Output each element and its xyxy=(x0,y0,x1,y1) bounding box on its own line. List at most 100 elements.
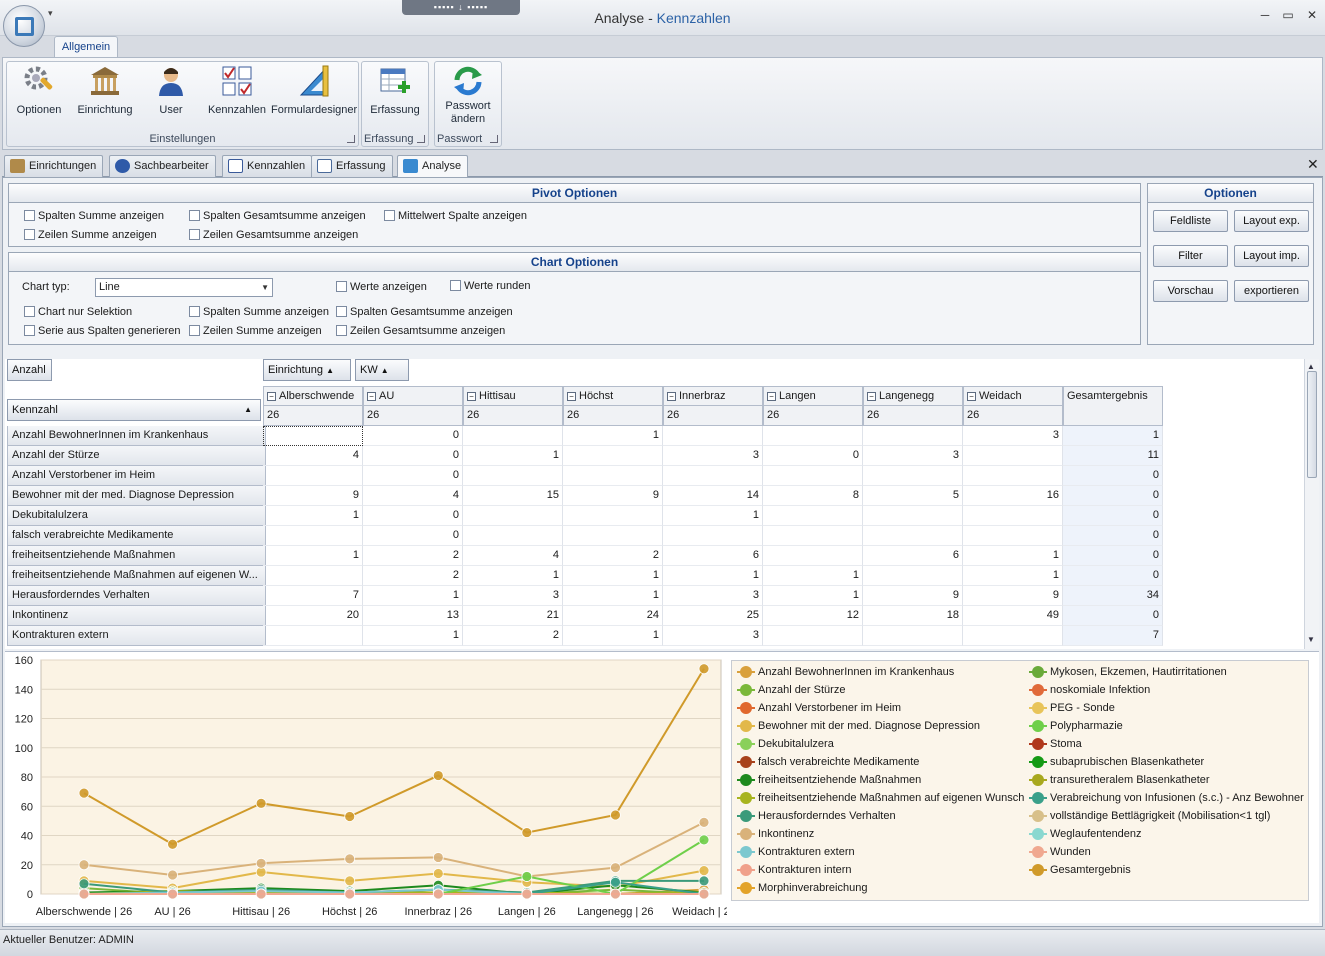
table-cell[interactable] xyxy=(563,446,663,466)
app-menu-button[interactable] xyxy=(3,5,45,47)
layout-export-button[interactable]: Layout exp. xyxy=(1234,210,1309,232)
table-cell[interactable]: 1 xyxy=(563,426,663,446)
kw-header[interactable]: 26 xyxy=(763,406,863,426)
total-cell[interactable]: 7 xyxy=(1063,626,1163,646)
table-cell[interactable]: 1 xyxy=(563,586,663,606)
vorschau-button[interactable]: Vorschau xyxy=(1153,280,1228,302)
table-cell[interactable]: 14 xyxy=(663,486,763,506)
table-cell[interactable]: 18 xyxy=(863,606,963,626)
table-cell[interactable]: 2 xyxy=(563,546,663,566)
minimize-button[interactable]: ─ xyxy=(1255,8,1275,26)
table-cell[interactable]: 21 xyxy=(463,606,563,626)
row-header[interactable]: falsch verabreichte Medikamente xyxy=(7,526,266,546)
data-point[interactable] xyxy=(255,857,267,869)
table-cell[interactable]: 1 xyxy=(263,506,363,526)
collapse-icon[interactable]: − xyxy=(567,392,576,401)
data-point[interactable] xyxy=(78,859,90,871)
table-cell[interactable] xyxy=(963,526,1063,546)
erfassung-button[interactable]: Erfassung xyxy=(366,64,424,128)
data-point[interactable] xyxy=(698,663,710,675)
table-cell[interactable] xyxy=(263,426,363,446)
table-cell[interactable] xyxy=(963,506,1063,526)
table-cell[interactable]: 1 xyxy=(963,566,1063,586)
table-cell[interactable]: 25 xyxy=(663,606,763,626)
data-point[interactable] xyxy=(344,853,356,865)
column-header-7[interactable]: − Weidach xyxy=(963,386,1063,406)
scroll-up-icon[interactable]: ▲ xyxy=(1307,362,1315,371)
data-point[interactable] xyxy=(432,852,444,863)
table-cell[interactable]: 0 xyxy=(363,446,463,466)
scroll-down-icon[interactable]: ▼ xyxy=(1307,635,1315,644)
optionen-button[interactable]: Optionen xyxy=(11,64,67,128)
table-cell[interactable]: 20 xyxy=(263,606,363,626)
passwort-aendern-button[interactable]: Passwort ändern xyxy=(439,64,497,128)
table-cell[interactable]: 2 xyxy=(363,566,463,586)
table-cell[interactable]: 16 xyxy=(963,486,1063,506)
column-header-0[interactable]: − Alberschwende xyxy=(263,386,363,406)
column-field-kw[interactable]: KW ▲ xyxy=(355,359,409,381)
checkbox-mittelwert-spalte[interactable]: Mittelwert Spalte anzeigen xyxy=(384,210,527,224)
table-cell[interactable] xyxy=(463,426,563,446)
close-document-icon[interactable]: ✕ xyxy=(1307,156,1319,173)
table-cell[interactable] xyxy=(263,466,363,486)
table-cell[interactable]: 2 xyxy=(463,626,563,646)
layout-import-button[interactable]: Layout imp. xyxy=(1234,245,1309,267)
data-point[interactable] xyxy=(610,862,621,874)
data-point[interactable] xyxy=(167,838,178,850)
dialog-launcher-icon[interactable] xyxy=(347,135,355,143)
table-cell[interactable]: 3 xyxy=(463,586,563,606)
table-cell[interactable]: 0 xyxy=(363,506,463,526)
table-cell[interactable]: 3 xyxy=(663,586,763,606)
table-cell[interactable]: 6 xyxy=(863,546,963,566)
collapse-icon[interactable]: − xyxy=(967,392,976,401)
column-header-3[interactable]: − Höchst xyxy=(563,386,663,406)
table-cell[interactable]: 9 xyxy=(863,586,963,606)
table-cell[interactable] xyxy=(263,566,363,586)
checkbox-chart-zeilen-summe[interactable]: Zeilen Summe anzeigen xyxy=(189,325,322,339)
data-point[interactable] xyxy=(698,875,710,887)
data-point[interactable] xyxy=(432,868,444,879)
data-point[interactable] xyxy=(255,797,267,809)
total-cell[interactable]: 0 xyxy=(1063,466,1163,486)
table-cell[interactable]: 24 xyxy=(563,606,663,626)
checkbox-serie-aus-spalten[interactable]: Serie aus Spalten generieren xyxy=(24,325,180,339)
data-point[interactable] xyxy=(698,834,710,846)
checkbox-werte-anzeigen[interactable]: Werte anzeigen xyxy=(336,281,427,295)
table-cell[interactable] xyxy=(563,506,663,526)
checkbox-zeilen-gesamtsumme[interactable]: Zeilen Gesamtsumme anzeigen xyxy=(189,229,358,243)
checkbox-chart-zeilen-gesamtsumme[interactable]: Zeilen Gesamtsumme anzeigen xyxy=(336,325,505,339)
table-cell[interactable]: 1 xyxy=(363,626,463,646)
row-header[interactable]: Anzahl Verstorbener im Heim xyxy=(7,466,266,486)
table-cell[interactable]: 1 xyxy=(763,586,863,606)
table-cell[interactable] xyxy=(963,466,1063,486)
column-header-4[interactable]: − Innerbraz xyxy=(663,386,763,406)
table-cell[interactable] xyxy=(763,546,863,566)
column-header-1[interactable]: − AU xyxy=(363,386,463,406)
tab-einrichtungen[interactable]: Einrichtungen xyxy=(4,155,104,177)
table-cell[interactable]: 3 xyxy=(963,426,1063,446)
table-cell[interactable]: 7 xyxy=(263,586,363,606)
total-cell[interactable]: 11 xyxy=(1063,446,1163,466)
checkbox-werte-runden[interactable]: Werte runden xyxy=(450,280,530,294)
data-point[interactable] xyxy=(167,869,178,881)
total-cell[interactable]: 0 xyxy=(1063,526,1163,546)
table-cell[interactable]: 1 xyxy=(463,566,563,586)
checkbox-chart-spalten-summe[interactable]: Spalten Summe anzeigen xyxy=(189,306,329,320)
table-cell[interactable] xyxy=(263,626,363,646)
table-cell[interactable]: 3 xyxy=(863,446,963,466)
table-cell[interactable]: 1 xyxy=(963,546,1063,566)
table-cell[interactable]: 1 xyxy=(363,586,463,606)
table-cell[interactable] xyxy=(463,466,563,486)
data-point[interactable] xyxy=(78,878,90,890)
total-cell[interactable]: 0 xyxy=(1063,606,1163,626)
checkbox-chart-spalten-gesamtsumme[interactable]: Spalten Gesamtsumme anzeigen xyxy=(336,306,513,320)
table-cell[interactable] xyxy=(863,566,963,586)
row-header[interactable]: freiheitsentziehende Maßnahmen xyxy=(7,546,266,566)
table-cell[interactable]: 1 xyxy=(663,566,763,586)
tab-sachbearbeiter[interactable]: Sachbearbeiter xyxy=(109,155,216,177)
column-header-5[interactable]: − Langen xyxy=(763,386,863,406)
checkbox-spalten-gesamtsumme[interactable]: Spalten Gesamtsumme anzeigen xyxy=(189,210,366,224)
row-header[interactable]: Bewohner mit der med. Diagnose Depressio… xyxy=(7,486,266,506)
total-cell[interactable]: 0 xyxy=(1063,486,1163,506)
row-header[interactable]: Anzahl BewohnerInnen im Krankenhaus xyxy=(7,426,266,446)
